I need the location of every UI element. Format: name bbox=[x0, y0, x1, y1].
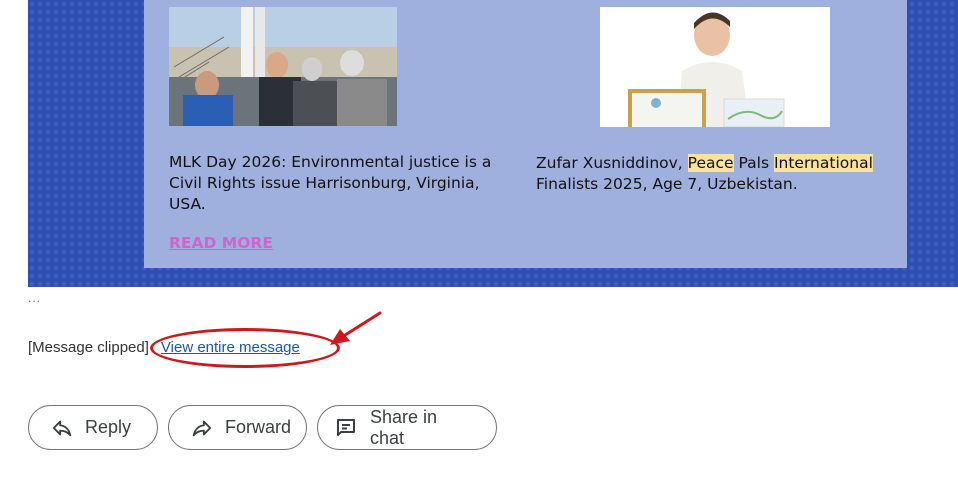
forward-button[interactable]: Forward bbox=[168, 405, 307, 450]
boy-with-certificate-illustration bbox=[600, 7, 830, 127]
title-part: Zufar Xusniddinov, bbox=[536, 154, 688, 172]
title-part: Pals bbox=[733, 154, 774, 172]
chat-icon bbox=[337, 418, 355, 436]
reply-icon bbox=[52, 420, 72, 436]
share-in-chat-label: Share in chat bbox=[370, 406, 438, 448]
share-in-chat-button[interactable]: Share in chat bbox=[317, 405, 497, 450]
highlight-peace: Peace bbox=[687, 154, 734, 172]
people-outdoors-illustration bbox=[169, 7, 397, 126]
clip-notice-text: [Message clipped] bbox=[28, 339, 149, 356]
trimmed-content-ellipsis[interactable]: ... bbox=[28, 291, 41, 305]
article-title: MLK Day 2026: Environmental justice is a… bbox=[169, 153, 492, 213]
forward-icon bbox=[192, 420, 212, 436]
message-actions: Reply Forward Share in chat bbox=[28, 405, 497, 450]
highlight-international: International bbox=[773, 154, 873, 172]
read-more-link[interactable]: READ MORE bbox=[169, 234, 273, 252]
red-annotation-arrow bbox=[330, 311, 382, 345]
title-part: Finalists 2025, Age 7, Uzbekistan. bbox=[536, 175, 798, 193]
forward-label: Forward bbox=[225, 417, 292, 437]
reply-label: Reply bbox=[85, 417, 132, 437]
article-photo-people[interactable] bbox=[169, 7, 397, 126]
article-peace-pals: Zufar Xusniddinov, Peace Pals Internatio… bbox=[536, 7, 881, 195]
red-annotation-ellipse bbox=[150, 328, 340, 368]
article-title: Zufar Xusniddinov, Peace Pals Internatio… bbox=[536, 153, 881, 195]
reply-button[interactable]: Reply bbox=[28, 405, 158, 450]
article-mlk-day: MLK Day 2026: Environmental justice is a… bbox=[169, 7, 509, 253]
article-photo-boy[interactable] bbox=[600, 7, 830, 127]
